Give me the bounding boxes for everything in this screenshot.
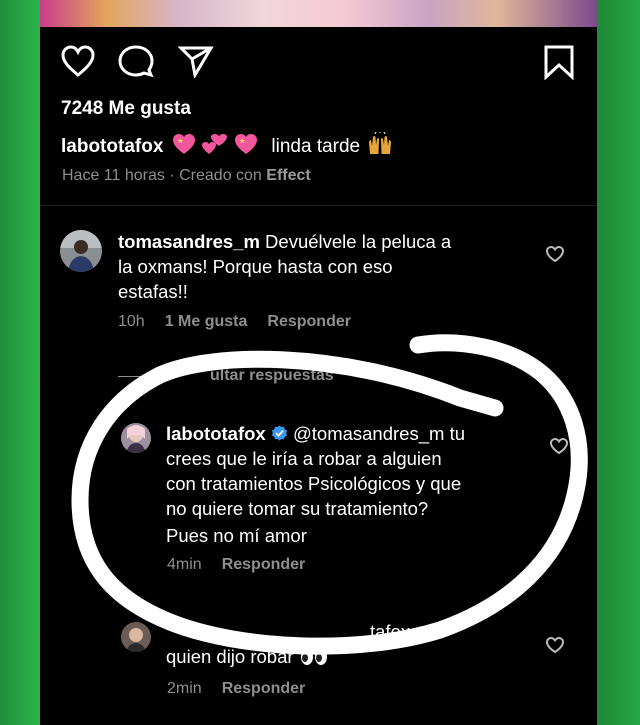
reply-text-line: crees que le iría a robar a alguien — [166, 448, 442, 469]
share-icon — [177, 46, 214, 80]
comment-body: tomasandres_m Devuélvele la peluca a la … — [118, 229, 548, 304]
reply-button[interactable]: Responder — [222, 556, 306, 574]
share-button[interactable] — [177, 44, 214, 83]
raising-hands-emoji — [366, 131, 394, 162]
comment-button[interactable] — [118, 44, 154, 83]
effect-link[interactable]: Effect — [266, 167, 310, 184]
avatar[interactable] — [121, 622, 151, 652]
sparkling-heart-emoji — [171, 133, 197, 161]
heart-icon — [61, 45, 95, 77]
reply2-meta: 2min Responder — [167, 680, 305, 698]
comment-time: 10h — [118, 313, 145, 330]
section-divider — [40, 205, 597, 206]
post-time: Hace 11 horas — [62, 167, 165, 184]
post-caption: labototafox linda tarde — [61, 131, 394, 162]
heart-icon — [545, 245, 565, 263]
verified-badge-icon — [271, 425, 287, 441]
eyes-emoji — [300, 649, 327, 665]
caption-text: linda tarde — [271, 136, 361, 157]
reply-text-line: Pues no mí amor — [166, 525, 307, 546]
hide-replies-button[interactable]: ultar respuestas — [210, 367, 334, 385]
reply-text-line: no quiere tomar su tratamiento? — [166, 498, 429, 519]
comment-text-line: Devuélvele la peluca a — [265, 231, 452, 252]
bookmark-icon — [544, 45, 574, 81]
meta-separator: · — [169, 167, 175, 184]
comment-meta: 10h 1 Me gusta Responder — [118, 313, 351, 331]
created-with-label: Creado con — [179, 167, 262, 184]
heart-icon — [549, 437, 569, 455]
reply2-text: quien dijo robar — [166, 646, 294, 667]
sparkling-heart-emoji — [233, 133, 259, 161]
mention-link[interactable]: @tomasandres_m — [293, 423, 444, 444]
comment-username[interactable]: tomasandres_m — [118, 231, 260, 252]
reply-button[interactable]: Responder — [267, 313, 351, 331]
caption-username[interactable]: labototafox — [61, 136, 163, 158]
post-meta: Hace 11 horas · Creado con Effect — [62, 167, 311, 185]
reply2-body: quien dijo robar — [166, 644, 329, 669]
comment-likes[interactable]: 1 Me gusta — [165, 313, 248, 331]
reply-time: 4min — [167, 556, 202, 573]
likes-count[interactable]: 7248 Me gusta — [61, 98, 191, 120]
like-button[interactable] — [60, 44, 96, 83]
heart-icon — [545, 636, 565, 654]
avatar[interactable] — [60, 230, 102, 272]
replies-line — [118, 376, 148, 377]
comment-text-line: la oxmans! Porque hasta con eso — [118, 256, 393, 277]
two-hearts-emoji — [201, 133, 229, 161]
reply2-mention[interactable]: tafox — [370, 619, 410, 644]
reply2-time: 2min — [167, 680, 202, 697]
post-photo-bottom — [40, 0, 597, 27]
bookmark-button[interactable] — [543, 44, 575, 85]
reply-text-line: con tratamientos Psicológicos y que — [166, 473, 462, 494]
avatar[interactable] — [121, 423, 151, 453]
instagram-post-screen: 7248 Me gusta labototafox linda tarde Ha… — [40, 0, 597, 725]
reply-body: labototafox @tomasandres_m tu crees que … — [166, 421, 546, 548]
reply2-like-button[interactable] — [545, 636, 565, 659]
reply-text-line: tu — [449, 423, 465, 444]
comment-text-line: estafas!! — [118, 281, 188, 302]
comment-like-button[interactable] — [545, 245, 565, 268]
comment-icon — [118, 45, 154, 78]
reply-button[interactable]: Responder — [222, 680, 306, 698]
reply-username[interactable]: labototafox — [166, 423, 266, 444]
reply-like-button[interactable] — [549, 437, 569, 460]
reply-meta: 4min Responder — [167, 556, 305, 574]
